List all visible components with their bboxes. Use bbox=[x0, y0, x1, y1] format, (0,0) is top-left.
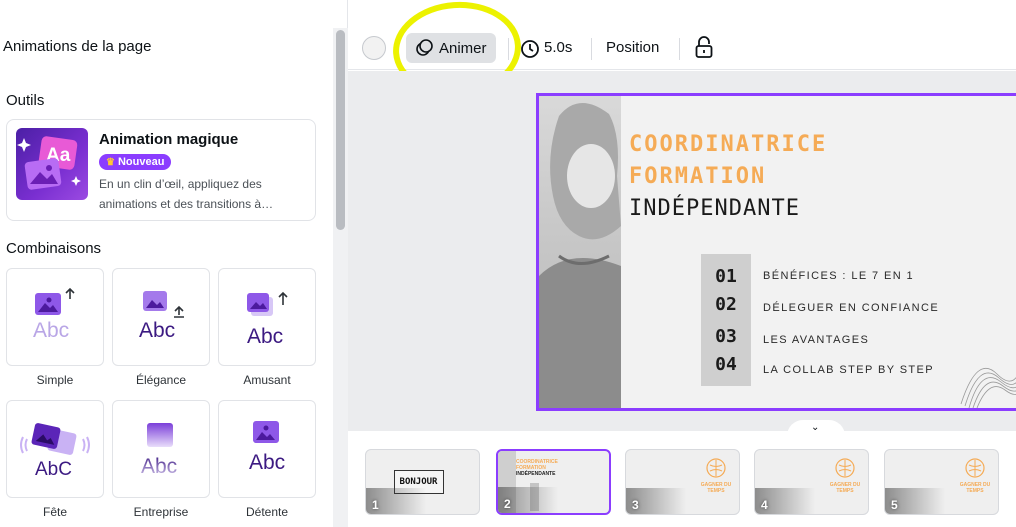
page-thumbnail-1[interactable]: BONJOUR 1 bbox=[365, 449, 480, 515]
page-number: 1 bbox=[372, 498, 379, 512]
slide-title-line2: FORMATION bbox=[629, 164, 767, 189]
crown-icon: ♛ bbox=[106, 157, 115, 168]
magic-animation-title: Animation magique bbox=[99, 131, 239, 148]
duration-label: 5.0s bbox=[544, 39, 573, 56]
combo-amusant-tile[interactable]: Abc bbox=[218, 268, 316, 366]
tools-heading: Outils bbox=[6, 92, 45, 109]
toolbar-divider bbox=[591, 38, 592, 60]
page-number: 2 bbox=[504, 497, 511, 511]
svg-text:Abc: Abc bbox=[249, 451, 285, 474]
detente-preview-icon: Abc bbox=[249, 421, 285, 474]
item-number: 02 bbox=[715, 294, 737, 315]
agenda-item: LA COLLAB STEP BY STEP bbox=[763, 364, 935, 376]
agenda-item: LES AVANTAGES bbox=[763, 334, 870, 346]
toolbar-divider bbox=[679, 38, 680, 60]
page-number: 5 bbox=[891, 498, 898, 512]
panel-scroll-thumb[interactable] bbox=[336, 30, 345, 230]
slide-title-line3: INDÉPENDANTE bbox=[629, 196, 800, 221]
position-label: Position bbox=[606, 39, 660, 56]
page-filmstrip: BONJOUR 1 COORDINATRICE FORMATION INDÉPE… bbox=[348, 431, 1016, 527]
svg-text:Abc: Abc bbox=[247, 325, 283, 348]
combo-fete-tile[interactable]: AbC bbox=[6, 400, 104, 498]
magic-animation-description: En un clin d’œil, appliquez des animatio… bbox=[99, 177, 274, 211]
canvas-area: COORDINATRICE FORMATION INDÉPENDANTE 01 … bbox=[348, 71, 1016, 431]
slide-title-line1: COORDINATRICE bbox=[629, 132, 828, 157]
item-number: 04 bbox=[715, 354, 737, 375]
svg-text:AbC: AbC bbox=[35, 459, 72, 480]
agenda-item: BÉNÉFICES : LE 7 EN 1 bbox=[763, 270, 915, 282]
page-thumbnail-5[interactable]: GAGNER DU TEMPS 5 bbox=[884, 449, 999, 515]
new-badge-label: Nouveau bbox=[117, 156, 165, 168]
amusant-preview-icon: Abc bbox=[247, 291, 288, 348]
brain-icon bbox=[835, 458, 855, 478]
background-color-swatch[interactable] bbox=[362, 36, 386, 60]
brain-icon bbox=[706, 458, 726, 478]
combo-amusant-label: Amusant bbox=[243, 373, 291, 387]
fete-preview-icon: AbC bbox=[20, 423, 90, 480]
simple-preview-icon: Abc bbox=[33, 287, 75, 342]
number-column: 01 02 03 04 bbox=[701, 254, 751, 386]
portrait-photo bbox=[539, 96, 621, 408]
lock-icon bbox=[695, 36, 713, 58]
wave-decoration bbox=[960, 368, 1016, 408]
new-badge: ♛ Nouveau bbox=[99, 154, 172, 170]
combo-detente-tile[interactable]: Abc bbox=[218, 400, 316, 498]
mini-heading: GAGNER DU TEMPS bbox=[959, 482, 991, 494]
svg-text:Abc: Abc bbox=[139, 319, 175, 342]
entreprise-preview-icon: Abc bbox=[141, 423, 177, 478]
magic-animation-icon: Aa bbox=[17, 136, 81, 190]
lock-button[interactable] bbox=[693, 35, 715, 61]
mini-heading: GAGNER DU TEMPS bbox=[829, 482, 861, 494]
combinations-heading: Combinaisons bbox=[6, 240, 102, 257]
combo-entreprise-tile[interactable]: Abc bbox=[112, 400, 210, 498]
combo-elegance-label: Élégance bbox=[135, 373, 187, 387]
page-thumbnail-3[interactable]: GAGNER DU TEMPS 3 bbox=[625, 449, 740, 515]
magic-animation-card[interactable]: Aa Animation magique ♛ Nouveau En un clin… bbox=[6, 119, 316, 221]
combo-elegance-tile[interactable]: Abc bbox=[112, 268, 210, 366]
clock-icon bbox=[521, 40, 539, 58]
item-number: 03 bbox=[715, 326, 737, 347]
portrait-image bbox=[539, 102, 621, 408]
combo-fete-label: Fête bbox=[42, 505, 67, 519]
brain-icon bbox=[965, 458, 985, 478]
page-number: 4 bbox=[761, 498, 768, 512]
bonjour-text: BONJOUR bbox=[399, 477, 438, 487]
magic-animation-thumbnail: Aa bbox=[16, 128, 88, 200]
combo-simple-label: Simple bbox=[36, 373, 74, 387]
animations-panel: Animations de la page Outils Aa Animatio… bbox=[0, 0, 348, 527]
page-number: 3 bbox=[632, 498, 639, 512]
combo-detente-label: Détente bbox=[245, 505, 289, 519]
combo-simple-tile[interactable]: Abc bbox=[6, 268, 104, 366]
elegance-preview-icon: Abc bbox=[139, 291, 184, 342]
item-number: 01 bbox=[715, 266, 737, 287]
panel-scrollbar[interactable] bbox=[333, 28, 348, 527]
agenda-item: DÉLEGUER EN CONFIANCE bbox=[763, 302, 940, 314]
page-thumbnail-2[interactable]: COORDINATRICE FORMATION INDÉPENDANTE 2 bbox=[496, 449, 611, 515]
panel-title: Animations de la page bbox=[3, 38, 152, 55]
mini-heading: GAGNER DU TEMPS bbox=[700, 482, 732, 494]
page-thumbnail-4[interactable]: GAGNER DU TEMPS 4 bbox=[754, 449, 869, 515]
svg-text:Abc: Abc bbox=[141, 455, 177, 478]
mini-title: INDÉPENDANTE bbox=[516, 471, 556, 477]
combo-entreprise-label: Entreprise bbox=[133, 505, 189, 519]
svg-text:Abc: Abc bbox=[33, 319, 69, 342]
slide-canvas[interactable]: COORDINATRICE FORMATION INDÉPENDANTE 01 … bbox=[536, 93, 1016, 411]
